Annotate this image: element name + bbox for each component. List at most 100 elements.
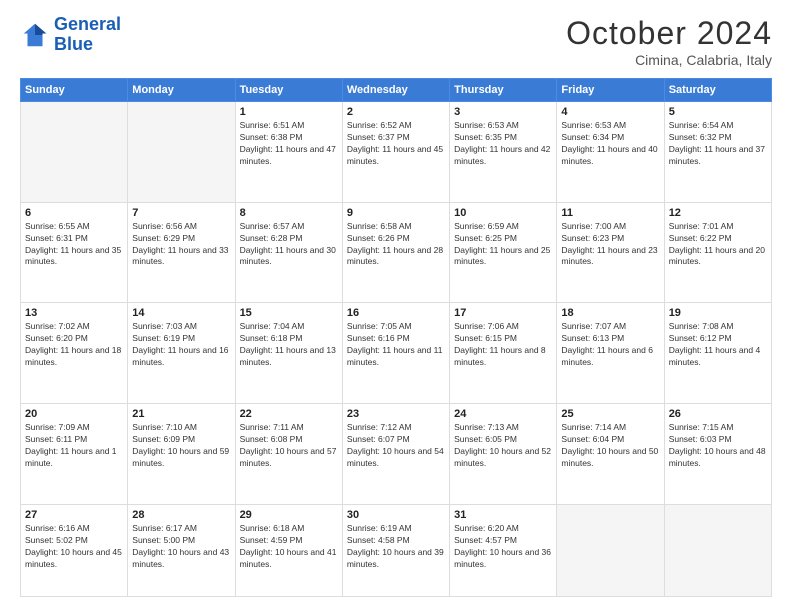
day-info: Sunrise: 7:02 AMSunset: 6:20 PMDaylight:… xyxy=(25,321,123,369)
day-info: Sunrise: 7:07 AMSunset: 6:13 PMDaylight:… xyxy=(561,321,659,369)
calendar-week-1: 1 Sunrise: 6:51 AMSunset: 6:38 PMDaylight… xyxy=(21,102,772,203)
day-number: 24 xyxy=(454,408,552,420)
day-info: Sunrise: 7:08 AMSunset: 6:12 PMDaylight:… xyxy=(669,321,767,369)
calendar-cell xyxy=(128,102,235,203)
calendar-cell: 31 Sunrise: 6:20 AMSunset: 4:57 PMDayligh… xyxy=(450,504,557,596)
calendar-cell: 1 Sunrise: 6:51 AMSunset: 6:38 PMDaylight… xyxy=(235,102,342,203)
day-info: Sunrise: 6:52 AMSunset: 6:37 PMDaylight:… xyxy=(347,120,445,168)
calendar-cell: 27Sunrise: 6:16 AMSunset: 5:02 PMDayligh… xyxy=(21,504,128,596)
calendar-cell xyxy=(21,102,128,203)
calendar-cell: 20Sunrise: 7:09 AMSunset: 6:11 PMDayligh… xyxy=(21,404,128,505)
calendar-cell: 7 Sunrise: 6:56 AMSunset: 6:29 PMDaylight… xyxy=(128,202,235,303)
day-number: 3 xyxy=(454,106,552,118)
day-number: 16 xyxy=(347,307,445,319)
day-number: 30 xyxy=(347,509,445,521)
weekday-header-friday: Friday xyxy=(557,79,664,102)
day-info: Sunrise: 7:10 AMSunset: 6:09 PMDaylight:… xyxy=(132,422,230,470)
header: General Blue October 2024 Cimina, Calabr… xyxy=(20,15,772,68)
day-number: 7 xyxy=(132,207,230,219)
day-info: Sunrise: 7:00 AMSunset: 6:23 PMDaylight:… xyxy=(561,221,659,269)
calendar-cell: 25 Sunrise: 7:14 AMSunset: 6:04 PMDayligh… xyxy=(557,404,664,505)
weekday-header-monday: Monday xyxy=(128,79,235,102)
day-number: 8 xyxy=(240,207,338,219)
day-info: Sunrise: 7:11 AMSunset: 6:08 PMDaylight:… xyxy=(240,422,338,470)
calendar-cell xyxy=(664,504,771,596)
calendar-cell: 30 Sunrise: 6:19 AMSunset: 4:58 PMDayligh… xyxy=(342,504,449,596)
calendar-cell: 19 Sunrise: 7:08 AMSunset: 6:12 PMDayligh… xyxy=(664,303,771,404)
day-info: Sunrise: 6:53 AMSunset: 6:35 PMDaylight:… xyxy=(454,120,552,168)
day-info: Sunrise: 6:18 AMSunset: 4:59 PMDaylight:… xyxy=(240,523,338,571)
day-info: Sunrise: 7:06 AMSunset: 6:15 PMDaylight:… xyxy=(454,321,552,369)
calendar-cell: 24 Sunrise: 7:13 AMSunset: 6:05 PMDayligh… xyxy=(450,404,557,505)
day-info: Sunrise: 6:54 AMSunset: 6:32 PMDaylight:… xyxy=(669,120,767,168)
day-number: 17 xyxy=(454,307,552,319)
day-number: 31 xyxy=(454,509,552,521)
day-info: Sunrise: 6:20 AMSunset: 4:57 PMDaylight:… xyxy=(454,523,552,571)
day-info: Sunrise: 7:13 AMSunset: 6:05 PMDaylight:… xyxy=(454,422,552,470)
day-number: 13 xyxy=(25,307,123,319)
day-info: Sunrise: 6:59 AMSunset: 6:25 PMDaylight:… xyxy=(454,221,552,269)
calendar-cell: 3 Sunrise: 6:53 AMSunset: 6:35 PMDaylight… xyxy=(450,102,557,203)
day-number: 22 xyxy=(240,408,338,420)
day-info: Sunrise: 7:12 AMSunset: 6:07 PMDaylight:… xyxy=(347,422,445,470)
calendar-cell: 22 Sunrise: 7:11 AMSunset: 6:08 PMDayligh… xyxy=(235,404,342,505)
day-number: 1 xyxy=(240,106,338,118)
location-subtitle: Cimina, Calabria, Italy xyxy=(566,52,772,68)
calendar-body: 1 Sunrise: 6:51 AMSunset: 6:38 PMDaylight… xyxy=(21,102,772,597)
day-number: 29 xyxy=(240,509,338,521)
day-number: 11 xyxy=(561,207,659,219)
day-number: 25 xyxy=(561,408,659,420)
day-number: 2 xyxy=(347,106,445,118)
calendar-header-row: SundayMondayTuesdayWednesdayThursdayFrid… xyxy=(21,79,772,102)
day-number: 19 xyxy=(669,307,767,319)
day-number: 10 xyxy=(454,207,552,219)
day-info: Sunrise: 7:09 AMSunset: 6:11 PMDaylight:… xyxy=(25,422,123,470)
calendar-cell xyxy=(557,504,664,596)
calendar-cell: 2 Sunrise: 6:52 AMSunset: 6:37 PMDaylight… xyxy=(342,102,449,203)
calendar-week-3: 13 Sunrise: 7:02 AMSunset: 6:20 PMDayligh… xyxy=(21,303,772,404)
calendar-cell: 13 Sunrise: 7:02 AMSunset: 6:20 PMDayligh… xyxy=(21,303,128,404)
day-number: 12 xyxy=(669,207,767,219)
calendar-cell: 18 Sunrise: 7:07 AMSunset: 6:13 PMDayligh… xyxy=(557,303,664,404)
weekday-header-sunday: Sunday xyxy=(21,79,128,102)
day-info: Sunrise: 7:14 AMSunset: 6:04 PMDaylight:… xyxy=(561,422,659,470)
calendar-cell: 28Sunrise: 6:17 AMSunset: 5:00 PMDayligh… xyxy=(128,504,235,596)
calendar-cell: 11 Sunrise: 7:00 AMSunset: 6:23 PMDayligh… xyxy=(557,202,664,303)
day-info: Sunrise: 6:55 AMSunset: 6:31 PMDaylight:… xyxy=(25,221,123,269)
day-info: Sunrise: 6:58 AMSunset: 6:26 PMDaylight:… xyxy=(347,221,445,269)
calendar-table: SundayMondayTuesdayWednesdayThursdayFrid… xyxy=(20,78,772,597)
day-info: Sunrise: 7:05 AMSunset: 6:16 PMDaylight:… xyxy=(347,321,445,369)
month-title: October 2024 xyxy=(566,15,772,52)
day-info: Sunrise: 6:53 AMSunset: 6:34 PMDaylight:… xyxy=(561,120,659,168)
day-info: Sunrise: 7:03 AMSunset: 6:19 PMDaylight:… xyxy=(132,321,230,369)
calendar-week-2: 6Sunrise: 6:55 AMSunset: 6:31 PMDaylight… xyxy=(21,202,772,303)
weekday-header-wednesday: Wednesday xyxy=(342,79,449,102)
calendar-cell: 23Sunrise: 7:12 AMSunset: 6:07 PMDayligh… xyxy=(342,404,449,505)
title-block: October 2024 Cimina, Calabria, Italy xyxy=(566,15,772,68)
day-info: Sunrise: 6:19 AMSunset: 4:58 PMDaylight:… xyxy=(347,523,445,571)
day-number: 28 xyxy=(132,509,230,521)
calendar-cell: 10 Sunrise: 6:59 AMSunset: 6:25 PMDayligh… xyxy=(450,202,557,303)
weekday-header-tuesday: Tuesday xyxy=(235,79,342,102)
day-number: 18 xyxy=(561,307,659,319)
day-number: 21 xyxy=(132,408,230,420)
day-info: Sunrise: 6:51 AMSunset: 6:38 PMDaylight:… xyxy=(240,120,338,168)
day-number: 15 xyxy=(240,307,338,319)
day-info: Sunrise: 6:56 AMSunset: 6:29 PMDaylight:… xyxy=(132,221,230,269)
calendar-cell: 29 Sunrise: 6:18 AMSunset: 4:59 PMDayligh… xyxy=(235,504,342,596)
day-number: 4 xyxy=(561,106,659,118)
calendar-cell: 17 Sunrise: 7:06 AMSunset: 6:15 PMDayligh… xyxy=(450,303,557,404)
day-info: Sunrise: 7:01 AMSunset: 6:22 PMDaylight:… xyxy=(669,221,767,269)
calendar-cell: 21 Sunrise: 7:10 AMSunset: 6:09 PMDayligh… xyxy=(128,404,235,505)
day-number: 26 xyxy=(669,408,767,420)
calendar-cell: 16 Sunrise: 7:05 AMSunset: 6:16 PMDayligh… xyxy=(342,303,449,404)
calendar-cell: 26 Sunrise: 7:15 AMSunset: 6:03 PMDayligh… xyxy=(664,404,771,505)
day-number: 27 xyxy=(25,509,123,521)
weekday-header-saturday: Saturday xyxy=(664,79,771,102)
day-info: Sunrise: 7:15 AMSunset: 6:03 PMDaylight:… xyxy=(669,422,767,470)
calendar-cell: 9Sunrise: 6:58 AMSunset: 6:26 PMDaylight… xyxy=(342,202,449,303)
calendar-cell: 4 Sunrise: 6:53 AMSunset: 6:34 PMDaylight… xyxy=(557,102,664,203)
calendar-week-5: 27Sunrise: 6:16 AMSunset: 5:02 PMDayligh… xyxy=(21,504,772,596)
day-info: Sunrise: 6:57 AMSunset: 6:28 PMDaylight:… xyxy=(240,221,338,269)
logo: General Blue xyxy=(20,15,121,55)
